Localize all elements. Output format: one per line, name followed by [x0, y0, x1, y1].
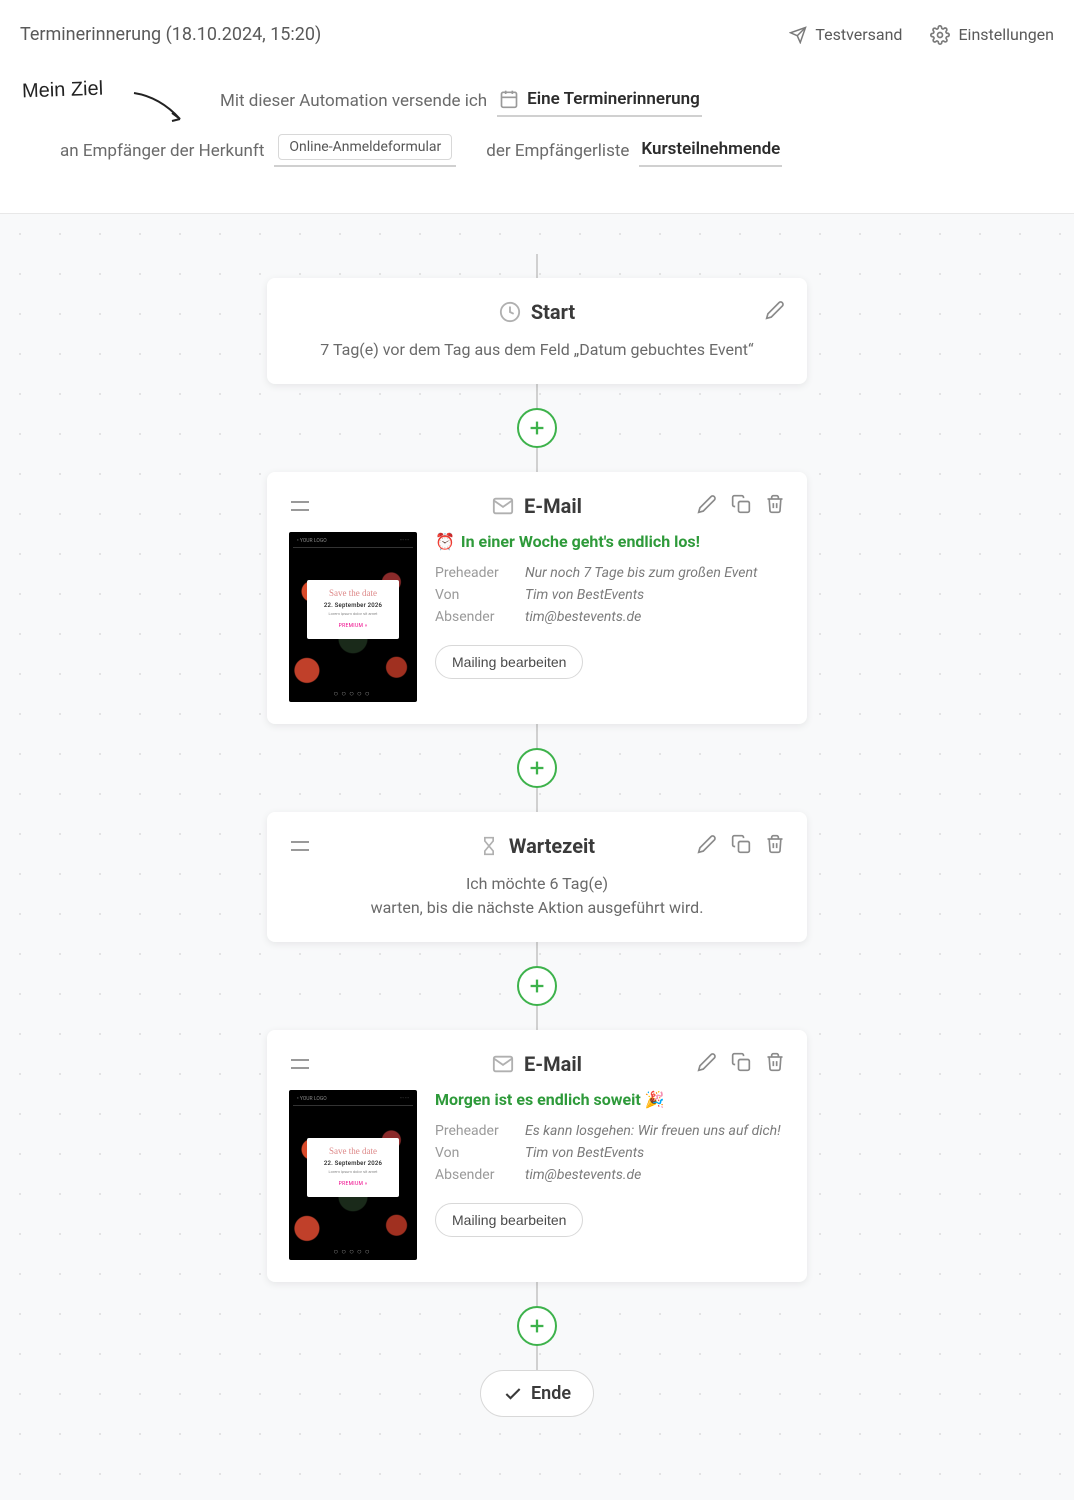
- email-meta: Morgen ist es endlich soweit 🎉 Preheader…: [435, 1090, 785, 1260]
- thumb-link: PREMIUM »: [313, 623, 393, 629]
- wait-line-1: Ich möchte 6 Tag(e): [289, 872, 785, 896]
- plus-icon: [526, 417, 548, 439]
- thumb-headline: Save the date: [313, 1146, 393, 1156]
- email-thumbnail[interactable]: • YOUR LOGO··· ··· Save the date 22. Sep…: [289, 532, 417, 702]
- connector: [536, 1282, 538, 1306]
- add-step-button[interactable]: [517, 1306, 557, 1346]
- arrow-icon: [130, 89, 190, 129]
- check-icon: [503, 1384, 523, 1404]
- sentence-prefix-2: an Empfänger der Herkunft: [60, 141, 264, 161]
- sender-label: Absender: [435, 609, 513, 625]
- recipient-list-select[interactable]: Kursteilnehmende: [639, 135, 782, 167]
- edit-mailing-button[interactable]: Mailing bearbeiten: [435, 1203, 583, 1237]
- topbar: Terminerinnerung (18.10.2024, 15:20) Tes…: [0, 0, 1074, 65]
- sentence-prefix-3: der Empfängerliste: [486, 141, 629, 161]
- wait-line-2: warten, bis die nächste Aktion ausgeführ…: [289, 896, 785, 920]
- sender-label: Absender: [435, 1167, 513, 1183]
- sender-value: tim@bestevents.de: [525, 1167, 641, 1183]
- preheader-label: Preheader: [435, 565, 513, 581]
- preheader-value: Nur noch 7 Tage bis zum großen Event: [525, 565, 757, 581]
- thumb-link: PREMIUM »: [313, 1181, 393, 1187]
- recipient-list-value: Kursteilnehmende: [641, 139, 780, 159]
- start-title: Start: [531, 300, 575, 324]
- email-subject: In einer Woche geht's endlich los!: [461, 532, 700, 551]
- sender-value: tim@bestevents.de: [525, 609, 641, 625]
- thumb-date: 22. September 2026: [313, 1160, 393, 1167]
- start-description: 7 Tag(e) vor dem Tag aus dem Feld „Datum…: [289, 338, 785, 362]
- sentence-prefix-1: Mit dieser Automation versende ich: [220, 91, 487, 111]
- email-subject: Morgen ist es endlich soweit 🎉: [435, 1090, 665, 1109]
- add-step-button[interactable]: [517, 748, 557, 788]
- end-label: Ende: [531, 1383, 571, 1404]
- page-title: Terminerinnerung (18.10.2024, 15:20): [20, 24, 321, 45]
- connector: [536, 724, 538, 748]
- connector: [536, 1346, 538, 1370]
- settings-button[interactable]: Einstellungen: [930, 25, 1054, 45]
- topbar-actions: Testversand Einstellungen: [789, 25, 1054, 45]
- email-thumbnail[interactable]: • YOUR LOGO··· ··· Save the date 22. Sep…: [289, 1090, 417, 1260]
- preheader-value: Es kann losgehen: Wir freuen uns auf dic…: [525, 1123, 781, 1139]
- goal-annotation: Mein Ziel: [22, 78, 104, 104]
- thumb-headline: Save the date: [313, 588, 393, 598]
- start-card: Start 7 Tag(e) vor dem Tag aus dem Feld …: [267, 278, 807, 384]
- connector: [536, 1006, 538, 1030]
- email-type-label: E-Mail: [524, 1052, 582, 1076]
- from-label: Von: [435, 587, 513, 603]
- plus-icon: [526, 975, 548, 997]
- add-step-button[interactable]: [517, 408, 557, 448]
- settings-label: Einstellungen: [958, 25, 1054, 44]
- automation-type-select[interactable]: Eine Terminerinnerung: [497, 85, 702, 117]
- from-value: Tim von BestEvents: [525, 1145, 644, 1161]
- edit-mailing-button[interactable]: Mailing bearbeiten: [435, 645, 583, 679]
- automation-canvas: Start 7 Tag(e) vor dem Tag aus dem Feld …: [0, 214, 1074, 1477]
- gear-icon: [930, 25, 950, 45]
- end-node: Ende: [480, 1370, 594, 1417]
- mail-icon: [492, 495, 514, 517]
- from-label: Von: [435, 1145, 513, 1161]
- connector: [536, 384, 538, 408]
- origin-tag: Online-Anmeldeformular: [278, 134, 452, 160]
- wait-title: Wartezeit: [509, 834, 595, 858]
- test-send-label: Testversand: [815, 25, 902, 44]
- automation-config: Mein Ziel Mit dieser Automation versende…: [0, 65, 1074, 214]
- plus-icon: [526, 757, 548, 779]
- clock-icon: [499, 301, 521, 323]
- alarm-clock-icon: ⏰: [435, 532, 455, 551]
- preheader-label: Preheader: [435, 1123, 513, 1139]
- calendar-icon: [499, 89, 519, 109]
- origin-select[interactable]: Online-Anmeldeformular: [274, 136, 456, 167]
- test-send-button[interactable]: Testversand: [789, 25, 902, 44]
- email-card-1: E-Mail • YOUR LOGO··· ··· Save the date …: [267, 472, 807, 724]
- thumb-date: 22. September 2026: [313, 602, 393, 609]
- mail-icon: [492, 1053, 514, 1075]
- send-icon: [789, 26, 807, 44]
- email-meta: ⏰ In einer Woche geht's endlich los! Pre…: [435, 532, 785, 702]
- email-card-2: E-Mail • YOUR LOGO··· ··· Save the date …: [267, 1030, 807, 1282]
- add-step-button[interactable]: [517, 966, 557, 1006]
- connector: [536, 254, 538, 278]
- connector: [536, 942, 538, 966]
- automation-type-value: Eine Terminerinnerung: [527, 89, 700, 109]
- from-value: Tim von BestEvents: [525, 587, 644, 603]
- hourglass-icon: [479, 835, 499, 857]
- connector: [536, 448, 538, 472]
- plus-icon: [526, 1315, 548, 1337]
- wait-card: Wartezeit Ich möchte 6 Tag(e) warten, bi…: [267, 812, 807, 942]
- connector: [536, 788, 538, 812]
- email-type-label: E-Mail: [524, 494, 582, 518]
